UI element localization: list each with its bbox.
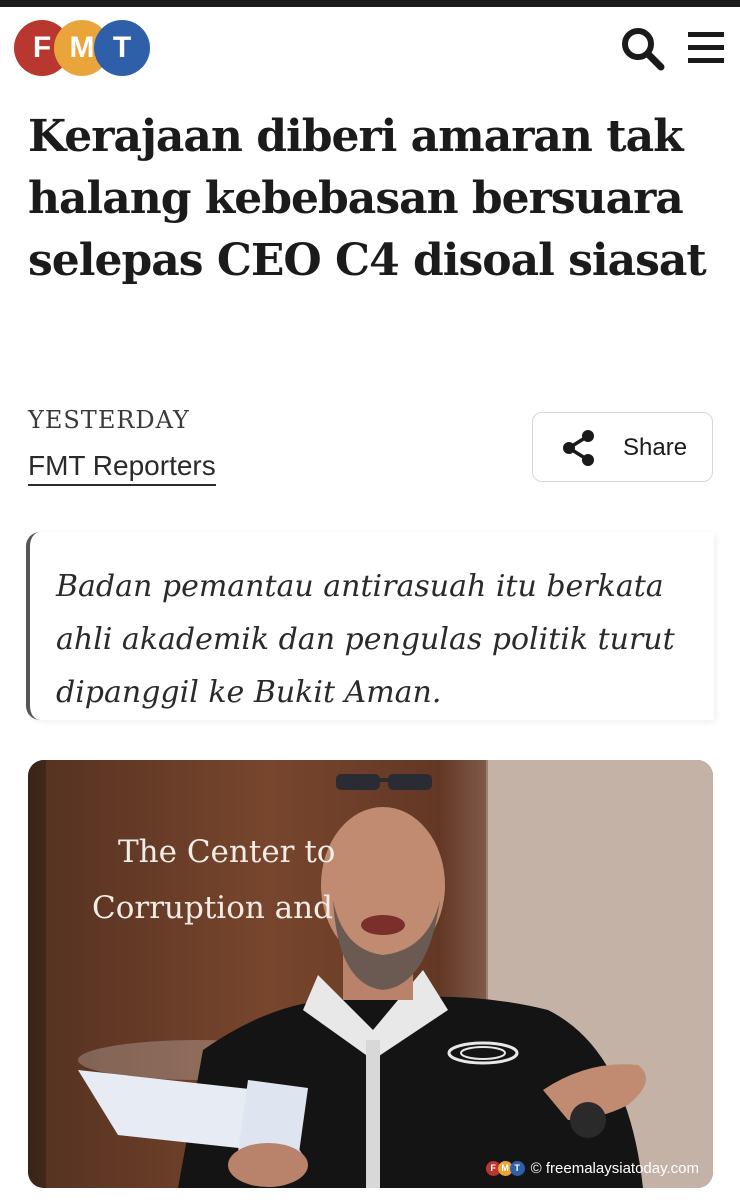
fmt-logo[interactable]: F M T	[14, 20, 152, 76]
hamburger-menu-icon	[688, 32, 724, 63]
share-label: Share	[623, 434, 688, 461]
search-button[interactable]	[618, 25, 668, 71]
menu-button[interactable]	[684, 27, 728, 69]
article-photo[interactable]: The Center to Corruption and F M T © fre…	[28, 760, 713, 1188]
share-icon	[563, 430, 594, 466]
credit-logo: F M T	[485, 1160, 525, 1176]
excerpt-text: Badan pemantau antirasuah itu berkata ah…	[56, 569, 675, 710]
status-strip	[0, 0, 740, 7]
author-link[interactable]: FMT Reporters	[28, 450, 216, 486]
logo-letter-t: T	[94, 20, 150, 76]
photo-illustration	[28, 760, 713, 1188]
article-headline: Kerajaan diberi amaran tak halang kebeba…	[28, 111, 707, 286]
banner-text-line-2: Corruption and	[92, 890, 333, 926]
credit-logo-t: T	[509, 1160, 525, 1176]
banner-text-line-1: The Center to	[118, 834, 336, 870]
article-excerpt: Badan pemantau antirasuah itu berkata ah…	[26, 532, 714, 720]
share-button[interactable]: Share	[532, 412, 713, 482]
search-icon	[622, 28, 665, 71]
photo-credit: F M T © freemalaysiatoday.com	[485, 1156, 699, 1180]
credit-text: © freemalaysiatoday.com	[530, 1159, 699, 1177]
article-date: YESTERDAY	[28, 406, 190, 434]
site-header: F M T	[0, 7, 740, 90]
